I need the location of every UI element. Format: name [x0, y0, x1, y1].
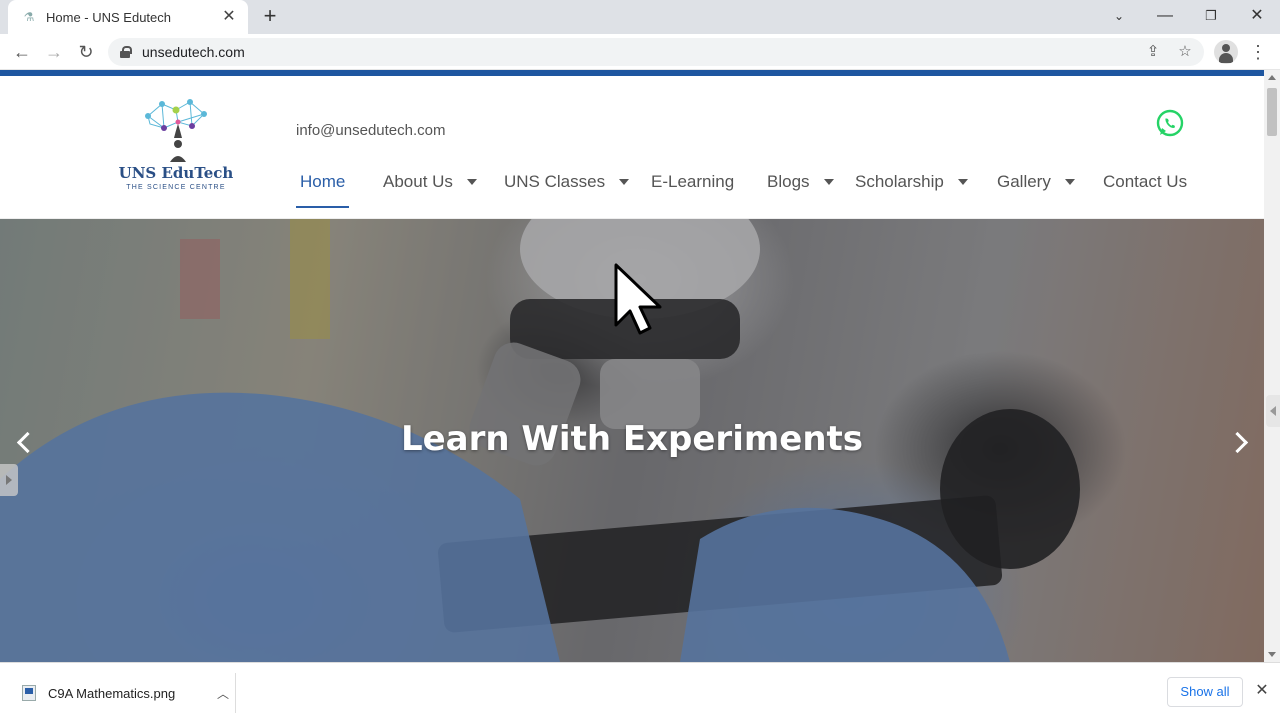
nav-item-label: E-Learning	[651, 172, 735, 191]
share-icon[interactable]: ⇪	[1142, 42, 1164, 62]
side-panel-toggle[interactable]	[0, 464, 18, 496]
caret-down-icon	[823, 179, 834, 185]
nav-item-label: Home	[300, 172, 346, 191]
tab-title: Home - UNS Edutech	[46, 9, 171, 25]
slider-next-icon[interactable]	[1228, 427, 1252, 457]
caret-down-icon	[466, 179, 477, 185]
nav-item-label: Gallery	[997, 172, 1051, 191]
new-tab-button[interactable]: +	[258, 5, 282, 29]
right-panel-toggle[interactable]	[1266, 395, 1280, 427]
nav-item-label: Scholarship	[855, 172, 944, 191]
nav-item-about-us[interactable]: About Us	[379, 172, 477, 212]
browser-menu-icon[interactable]: ⋮	[1248, 40, 1268, 64]
nav-item-e-learning[interactable]: E-Learning	[647, 172, 738, 212]
minimize-button[interactable]: —	[1150, 4, 1180, 28]
bookmark-star-icon[interactable]: ☆	[1174, 42, 1196, 62]
nav-item-scholarship[interactable]: Scholarship	[851, 172, 968, 212]
nav-item-home[interactable]: Home	[296, 172, 350, 212]
site-header: UNS EduTech THE SCIENCE CENTRE info@unse…	[0, 76, 1264, 219]
whatsapp-icon[interactable]	[1156, 109, 1184, 137]
nav-item-gallery[interactable]: Gallery	[993, 172, 1075, 212]
browser-tab[interactable]: ⚗ Home - UNS Edutech ✕	[8, 0, 248, 34]
browser-toolbar: ← → ↻ unsedutech.com ⇪ ☆ ⋮	[0, 34, 1280, 70]
logo-subtitle: THE SCIENCE CENTRE	[126, 184, 226, 191]
hero-slider: Learn With Experiments	[0, 219, 1264, 662]
nav-item-blogs[interactable]: Blogs	[763, 172, 834, 212]
site-logo[interactable]: UNS EduTech THE SCIENCE CENTRE	[118, 94, 238, 204]
tab-search-icon[interactable]: ⌄	[1104, 4, 1134, 28]
close-download-bar-icon[interactable]: ✕	[1252, 681, 1272, 701]
mouse-cursor-icon	[614, 263, 662, 335]
chevron-up-icon[interactable]: ︿	[211, 685, 235, 702]
url-text: unsedutech.com	[142, 44, 245, 60]
favicon-icon: ⚗	[23, 10, 35, 24]
download-file-name: C9A Mathematics.png	[48, 685, 176, 701]
nav-item-label: Blogs	[767, 172, 810, 191]
nav-item-label: Contact Us	[1103, 172, 1188, 191]
show-all-button[interactable]: Show all	[1167, 677, 1243, 707]
reload-button[interactable]: ↻	[74, 40, 98, 64]
nav-item-label: About Us	[383, 172, 453, 191]
caret-down-icon	[1064, 179, 1075, 185]
nav-item-contact-us[interactable]: Contact Us	[1099, 172, 1191, 212]
download-bar: C9A Mathematics.png ︿ Show all ✕	[0, 662, 1280, 720]
scroll-thumb[interactable]	[1267, 88, 1277, 136]
browser-tabstrip: ⚗ Home - UNS Edutech ✕ + ⌄ — ❐ ✕	[0, 0, 1280, 34]
restore-button[interactable]: ❐	[1196, 4, 1226, 28]
close-window-button[interactable]: ✕	[1242, 4, 1272, 28]
slider-prev-icon[interactable]	[14, 427, 38, 457]
nav-item-uns-classes[interactable]: UNS Classes	[500, 172, 630, 212]
forward-button[interactable]: →	[42, 40, 66, 64]
download-item[interactable]: C9A Mathematics.png ︿	[12, 673, 236, 713]
page-scrollbar[interactable]	[1264, 70, 1280, 662]
caret-down-icon	[619, 179, 630, 185]
nav-item-label: UNS Classes	[504, 172, 606, 191]
hero-heading: Learn With Experiments	[400, 419, 864, 459]
tab-close-icon[interactable]: ✕	[220, 8, 238, 26]
lock-icon[interactable]	[120, 46, 132, 58]
scroll-down-icon[interactable]	[1268, 652, 1276, 657]
page-viewport: UNS EduTech THE SCIENCE CENTRE info@unse…	[0, 70, 1264, 662]
address-bar[interactable]: unsedutech.com ⇪ ☆	[108, 38, 1204, 66]
back-button[interactable]: ←	[10, 40, 34, 64]
scroll-up-icon[interactable]	[1268, 75, 1276, 80]
image-file-icon	[22, 685, 36, 701]
logo-title: UNS EduTech	[118, 164, 234, 182]
logo-tree-icon	[145, 99, 207, 162]
profile-icon[interactable]	[1214, 40, 1238, 64]
contact-email[interactable]: info@unsedutech.com	[296, 122, 445, 139]
caret-down-icon	[957, 179, 968, 185]
